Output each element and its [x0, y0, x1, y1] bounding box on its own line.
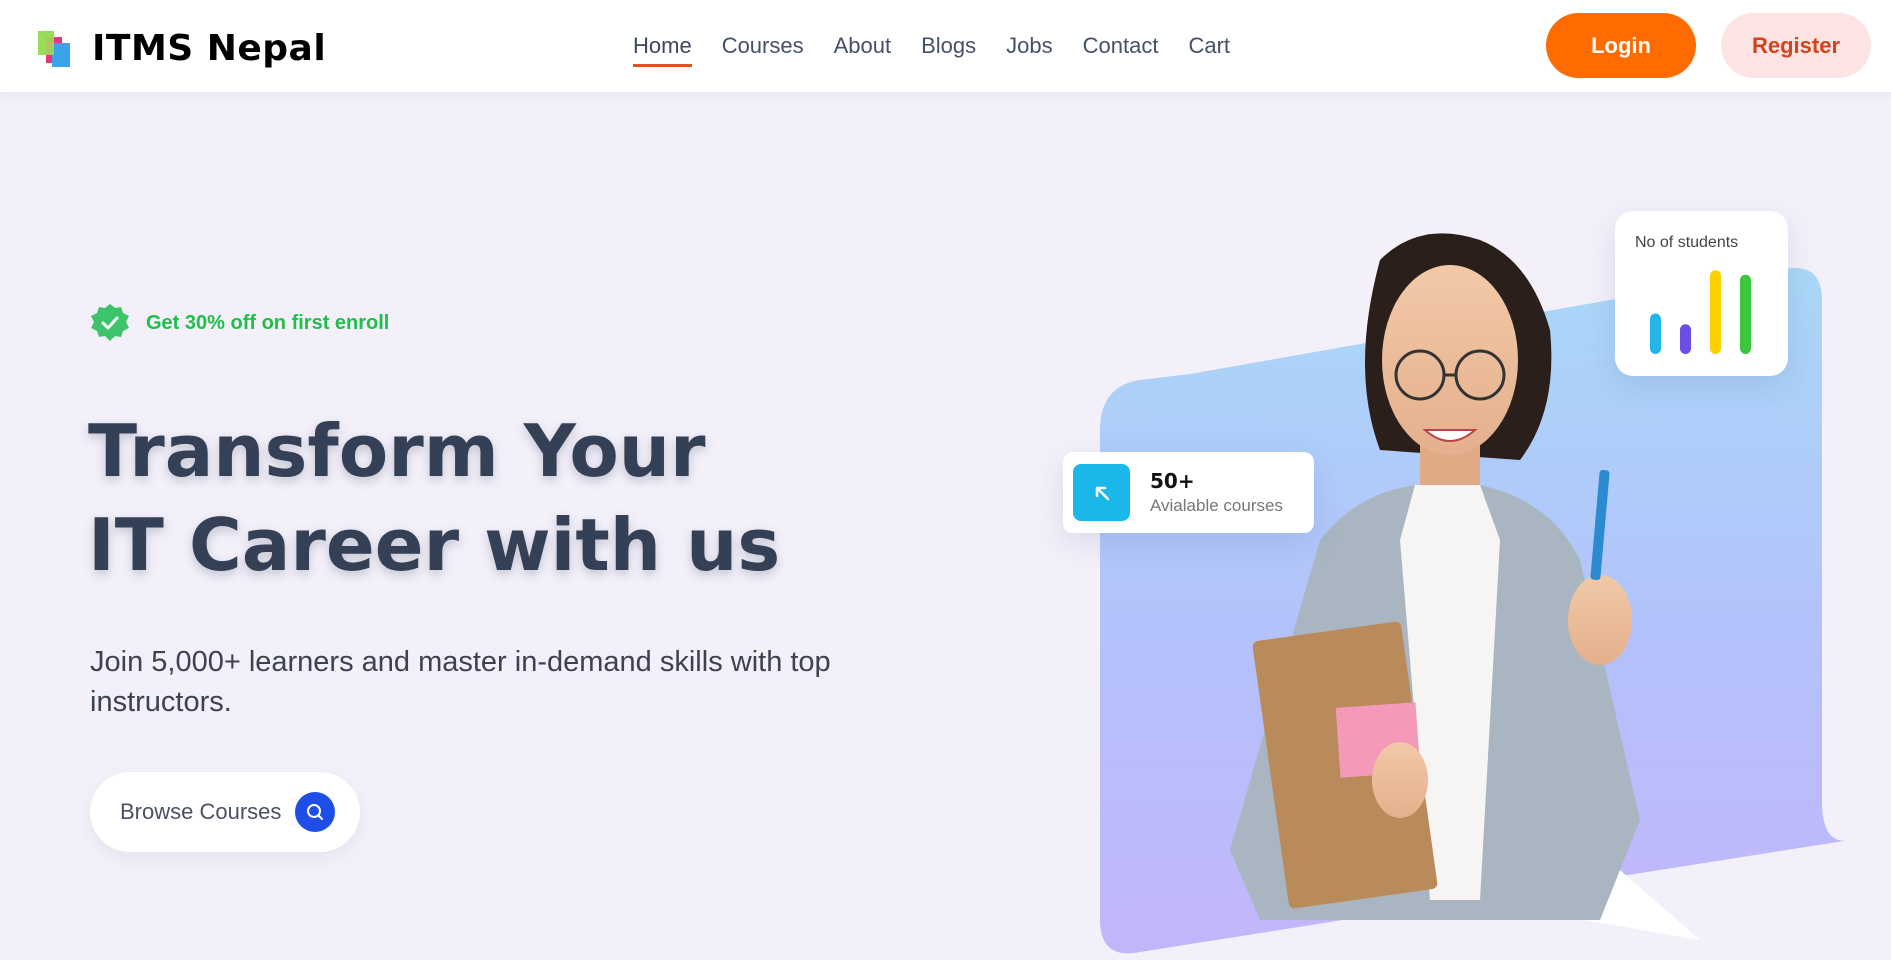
nav-item-jobs[interactable]: Jobs	[1006, 25, 1052, 67]
search-icon	[295, 792, 336, 832]
verified-badge-icon	[90, 303, 130, 343]
courses-count: 50+	[1150, 469, 1195, 493]
students-bar-chart	[1650, 270, 1751, 354]
nav-item-cart[interactable]: Cart	[1188, 25, 1230, 67]
students-bar	[1740, 274, 1751, 354]
students-bar	[1710, 270, 1721, 354]
hero-headline: Transform Your IT Career with us	[88, 404, 780, 592]
nav-item-contact[interactable]: Contact	[1083, 25, 1159, 67]
browse-courses-label: Browse Courses	[120, 799, 282, 824]
nav-item-about[interactable]: About	[834, 25, 892, 67]
courses-label: Avialable courses	[1150, 496, 1283, 515]
login-button[interactable]: Login	[1546, 13, 1696, 78]
promo-text: Get 30% off on first enroll	[146, 311, 390, 334]
nav-item-home[interactable]: Home	[633, 25, 692, 67]
browse-courses-button[interactable]: Browse Courses	[90, 772, 360, 852]
students-bar	[1650, 313, 1661, 354]
hero-headline-line1: Transform Your	[88, 409, 706, 493]
nav-item-blogs[interactable]: Blogs	[921, 25, 976, 67]
brand-logo[interactable]: ITMS Nepal	[36, 28, 326, 69]
register-button[interactable]: Register	[1721, 13, 1871, 78]
brand-name: ITMS Nepal	[92, 28, 327, 69]
main-nav: Home Courses About Blogs Jobs Contact Ca…	[633, 0, 1260, 92]
students-stat-card: No of students	[1615, 211, 1788, 376]
students-bar	[1680, 324, 1691, 354]
available-courses-card: 50+ Avialable courses	[1063, 452, 1314, 533]
promo-banner: Get 30% off on first enroll	[90, 303, 389, 343]
hero-headline-line2: IT Career with us	[88, 503, 781, 587]
site-header: ITMS Nepal Home Courses About Blogs Jobs…	[0, 0, 1891, 92]
arrow-up-left-icon	[1073, 464, 1130, 521]
nav-item-courses[interactable]: Courses	[722, 25, 804, 67]
books-logo-icon	[36, 29, 76, 69]
hero-subtext: Join 5,000+ learners and master in-deman…	[90, 646, 831, 718]
